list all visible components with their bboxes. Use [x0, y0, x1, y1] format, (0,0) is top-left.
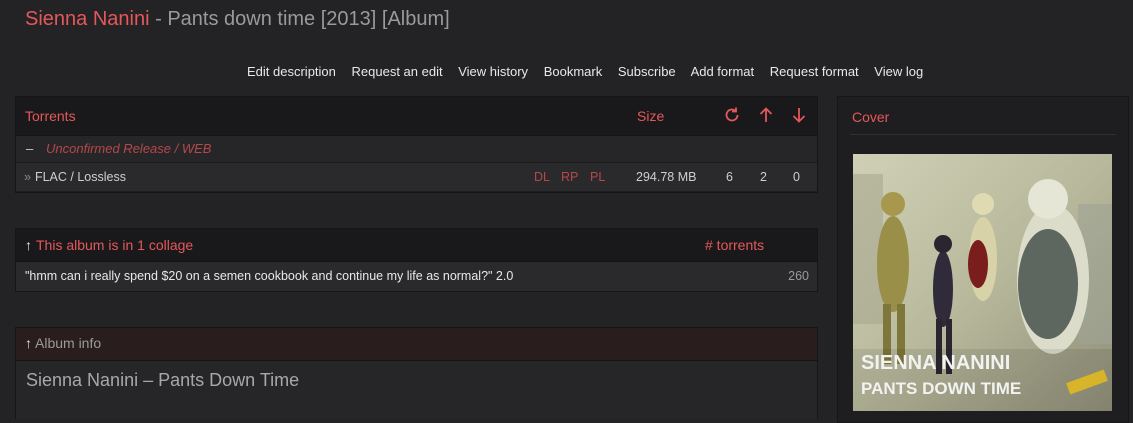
format-label[interactable]: FLAC / Lossless: [35, 170, 126, 184]
collage-header-label: ↑ This album is in 1 collage: [25, 237, 193, 253]
edition-row[interactable]: – Unconfirmed Release / WEB: [16, 136, 817, 163]
torrent-size: 294.78 MB: [636, 170, 697, 184]
seeders-count: 2: [760, 170, 767, 184]
cover-art-title: SIENNA NANINI: [861, 352, 1010, 374]
cover-header: Cover: [852, 109, 890, 125]
seeders-icon[interactable]: [756, 105, 776, 125]
album-info-body: Sienna Nanini – Pants Down Time: [16, 361, 817, 419]
collage-torrent-count: 260: [788, 269, 809, 283]
collapse-arrow[interactable]: ↑: [25, 335, 32, 351]
torrent-row[interactable]: » FLAC / Lossless DL RP PL 294.78 MB 6 2 …: [16, 163, 817, 191]
edition-label: Unconfirmed Release / WEB: [46, 141, 212, 156]
collage-row[interactable]: "hmm can i really spend $20 on a semen c…: [16, 262, 817, 291]
collage-title: This album is in 1 collage: [36, 237, 194, 253]
size-header[interactable]: Size: [637, 108, 664, 124]
permalink-link[interactable]: PL: [590, 170, 605, 184]
report-link[interactable]: RP: [561, 170, 578, 184]
snatches-icon[interactable]: [722, 105, 742, 125]
album-info-panel: ↑ Album info Sienna Nanini – Pants Down T…: [15, 327, 818, 419]
collage-header: ↑ This album is in 1 collage # torrents: [16, 229, 817, 262]
collage-name-link[interactable]: "hmm can i really spend $20 on a semen c…: [25, 269, 513, 283]
cover-divider: [850, 134, 1116, 135]
view-log-link[interactable]: View log: [874, 64, 923, 79]
leechers-count: 0: [793, 170, 800, 184]
title-separator: -: [149, 8, 168, 30]
cover-image[interactable]: SIENNA NANINI PANTS DOWN TIME: [853, 154, 1112, 411]
add-format-link[interactable]: Add format: [691, 64, 755, 79]
album-info-text: Sienna Nanini – Pants Down Time: [26, 370, 300, 390]
snatches-count: 6: [726, 170, 733, 184]
album-title: Pants down time [2013] [Album]: [167, 8, 450, 30]
album-info-title: Album info: [35, 335, 102, 351]
torrents-header-label: Torrents: [25, 108, 76, 124]
torrents-header: Torrents Size: [16, 97, 817, 136]
view-history-link[interactable]: View history: [458, 64, 528, 79]
subscribe-link[interactable]: Subscribe: [618, 64, 676, 79]
cover-panel: Cover SIENNA NANINI PANTS DOWN TIME: [837, 96, 1129, 423]
cover-art-subtitle: PANTS DOWN TIME: [861, 379, 1021, 398]
edition-toggle[interactable]: –: [26, 141, 33, 156]
bookmark-link[interactable]: Bookmark: [544, 64, 603, 79]
request-edit-link[interactable]: Request an edit: [352, 64, 443, 79]
album-info-header-label: ↑ Album info: [25, 335, 101, 351]
torrents-table: Torrents Size – Unconfirmed Release / WE…: [15, 96, 818, 193]
collage-torrents-header: # torrents: [705, 237, 765, 253]
expand-arrow: »: [24, 170, 31, 184]
download-link[interactable]: DL: [534, 170, 550, 184]
page-title: Sienna Nanini - Pants down time [2013] […: [25, 8, 450, 31]
leechers-icon[interactable]: [789, 105, 809, 125]
action-links: Edit description Request an edit View hi…: [247, 64, 935, 79]
edit-description-link[interactable]: Edit description: [247, 64, 336, 79]
request-format-link[interactable]: Request format: [770, 64, 859, 79]
collage-table: ↑ This album is in 1 collage # torrents "…: [15, 228, 818, 292]
collapse-arrow[interactable]: ↑: [25, 237, 32, 253]
artist-link[interactable]: Sienna Nanini: [25, 8, 150, 30]
album-info-header: ↑ Album info: [16, 328, 817, 361]
torrent-format[interactable]: » FLAC / Lossless: [24, 170, 126, 184]
